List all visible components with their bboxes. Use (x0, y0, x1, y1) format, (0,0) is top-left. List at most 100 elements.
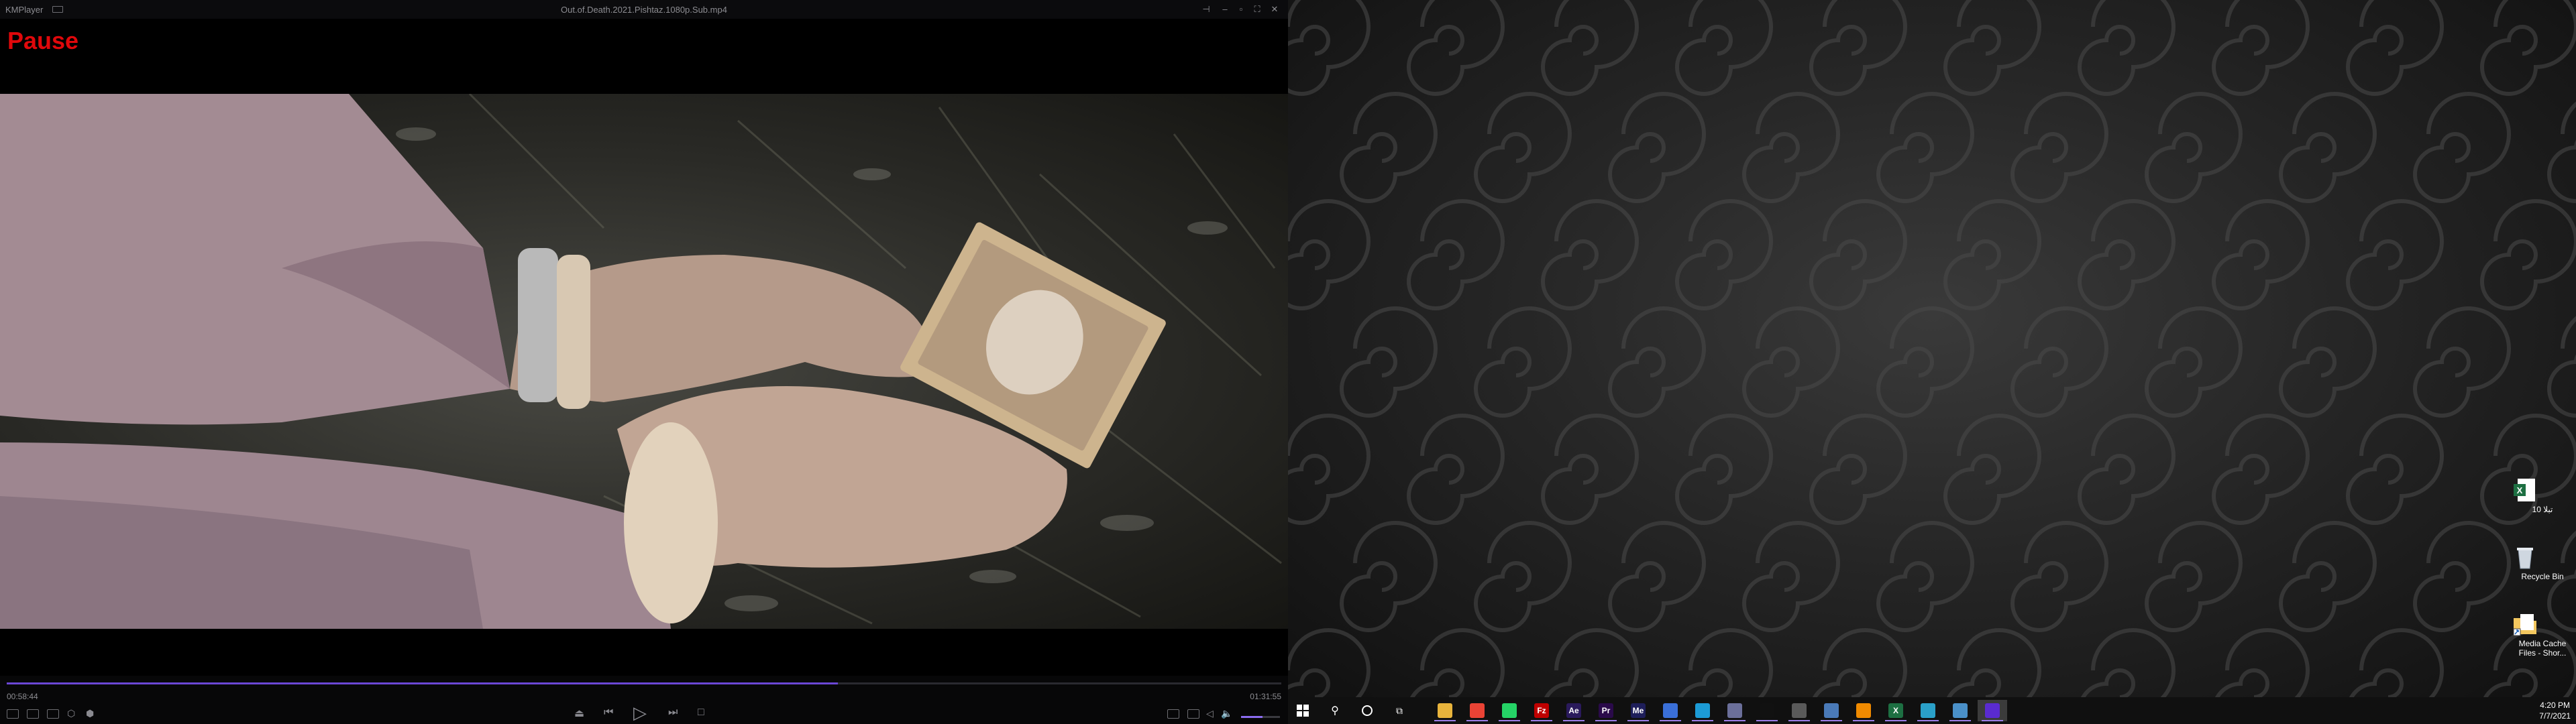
wallpaper-swirl (2212, 0, 2310, 96)
wallpaper-swirl (2279, 92, 2377, 203)
capture-icon[interactable] (47, 709, 59, 719)
stop-icon[interactable]: □ (698, 707, 704, 719)
eject-icon[interactable]: ⏏ (574, 707, 584, 720)
time-total: 01:31:55 (1250, 692, 1281, 701)
wallpaper-swirl (1876, 306, 1974, 418)
svg-text:X: X (2517, 485, 2523, 495)
wallpaper-swirl (2480, 199, 2576, 310)
desktop-icon-label: Media Cache Files - Shor... (2518, 639, 2567, 658)
wallpaper-swirl (1675, 0, 1773, 96)
search-icon: ⚲ (1331, 705, 1339, 717)
wallpaper-swirl (1947, 628, 2041, 697)
edge-icon (1695, 703, 1710, 718)
taskbar-app-file-explorer[interactable] (1430, 700, 1460, 721)
wallpaper-swirl (2010, 521, 2108, 632)
seek-bar[interactable] (7, 682, 1281, 684)
wallpaper-swirl (2078, 414, 2176, 525)
wallpaper-swirl (1675, 199, 1773, 310)
time-elapsed: 00:58:44 (7, 692, 38, 701)
minimize-icon[interactable]: – (1220, 4, 1230, 15)
wallpaper-swirl (1541, 0, 1639, 96)
wallpaper-swirl (2212, 199, 2310, 310)
system-clock[interactable]: 4:20 PM 7/7/2021 (2539, 700, 2571, 721)
wallpaper-swirl (1541, 199, 1639, 310)
wallpaper-swirl (1943, 0, 2041, 96)
mute-icon[interactable]: ◁ (1206, 708, 1214, 719)
taskbar-app-excel[interactable]: X (1881, 700, 1911, 721)
volume-slider[interactable] (1241, 716, 1280, 718)
taskbar-app-chrome[interactable] (1462, 700, 1492, 721)
taskbar-app-filezilla[interactable]: Fz (1527, 700, 1556, 721)
wallpaper-swirl (2279, 306, 2377, 418)
wallpaper-swirl (1742, 521, 1840, 632)
subtitle-icon[interactable] (27, 709, 39, 719)
wallpaper-swirl (1876, 521, 1974, 632)
close-icon[interactable]: ✕ (1269, 4, 1280, 15)
app-gray-icon (1727, 703, 1742, 718)
wallpaper-swirl (2145, 92, 2243, 203)
window-mode-icon[interactable]: ▫ (1236, 4, 1246, 15)
media-encoder-icon: Me (1631, 703, 1646, 718)
taskbar-app-app-wave[interactable] (1817, 700, 1846, 721)
desktop-icon-excel-file[interactable]: X تبلا 10 (2512, 477, 2573, 514)
wallpaper-swirl (1340, 92, 1438, 203)
wallpaper-swirl (1813, 628, 1907, 697)
taskbar-app-app-cloud[interactable] (1945, 700, 1975, 721)
task-view-button[interactable]: ⧉ (1385, 700, 1414, 721)
wallpaper-swirl (1474, 306, 1572, 418)
wallpaper-swirl (1943, 199, 2041, 310)
cortana-button[interactable] (1352, 700, 1382, 721)
desktop-icon-recycle-bin[interactable]: Recycle Bin (2512, 544, 2573, 581)
start-button[interactable] (1288, 700, 1318, 721)
kmplayer-icon (1985, 703, 2000, 718)
next-icon[interactable]: ⏭ (668, 707, 678, 719)
wallpaper-swirl (2413, 521, 2511, 632)
recycle-bin-icon (2517, 544, 2555, 570)
after-effects-icon: Ae (1566, 703, 1581, 718)
taskbar-app-app-blue[interactable] (1656, 700, 1685, 721)
folder-shortcut-icon (2513, 611, 2555, 637)
taskbar-app-app-dark[interactable] (1752, 700, 1782, 721)
wallpaper-swirl (2279, 521, 2377, 632)
taskbar-app-app-gray[interactable] (1720, 700, 1750, 721)
taskbar-app-whatsapp[interactable] (1495, 700, 1524, 721)
excel-icon: X (1888, 703, 1903, 718)
wallpaper-swirl (1407, 199, 1505, 310)
playlist-icon[interactable] (1187, 709, 1199, 719)
wallpaper-swirl (1809, 199, 1907, 310)
video-frame[interactable] (0, 94, 1288, 629)
3d-icon[interactable]: ⬡ (67, 708, 75, 719)
taskbar-app-app-globe[interactable] (1913, 700, 1943, 721)
wallpaper-swirl (1407, 414, 1505, 525)
excel-file-icon: X (2514, 477, 2555, 503)
repeat-icon[interactable] (1167, 709, 1179, 719)
play-icon[interactable]: ▷ (633, 703, 647, 723)
wallpaper-swirl (2078, 199, 2176, 310)
taskbar-app-kmplayer[interactable] (1978, 700, 2007, 721)
desktop-icon-label: تبلا 10 (2532, 505, 2553, 514)
taskbar-app-app-screen[interactable] (1784, 700, 1814, 721)
file-name: Out.of.Death.2021.Pishtaz.1080p.Sub.mp4 (561, 5, 727, 15)
pin-icon[interactable]: ⊣ (1201, 4, 1212, 15)
taskbar-app-edge[interactable] (1688, 700, 1717, 721)
wallpaper-swirl (2215, 628, 2310, 697)
player-title-bar[interactable]: KMPlayer Out.of.Death.2021.Pishtaz.1080p… (0, 0, 1288, 19)
desktop-icon-media-cache[interactable]: Media Cache Files - Shor... (2512, 611, 2573, 658)
wallpaper-swirl (1809, 0, 1907, 96)
taskbar-app-premiere[interactable]: Pr (1591, 700, 1621, 721)
taskbar-app-after-effects[interactable]: Ae (1559, 700, 1589, 721)
wallpaper-swirl (1541, 414, 1639, 525)
speaker-icon[interactable]: 🔈 (1221, 708, 1232, 719)
settings-icon[interactable] (7, 709, 19, 719)
wallpaper-swirl (2413, 306, 2511, 418)
wallpaper-swirl (2010, 306, 2108, 418)
vr-icon[interactable]: ⬢ (86, 708, 94, 719)
fullscreen-icon[interactable]: ⛶ (1252, 4, 1263, 15)
search-button[interactable]: ⚲ (1320, 700, 1350, 721)
desktop[interactable]: X تبلا 10 Recycle Bin Media Cache Files … (1288, 0, 2576, 697)
taskbar-app-media-encoder[interactable]: Me (1623, 700, 1653, 721)
app-screen-icon (1792, 703, 1807, 718)
previous-icon[interactable]: ⏮ (604, 707, 613, 719)
cortana-icon (1362, 705, 1373, 716)
taskbar-app-vlc[interactable] (1849, 700, 1878, 721)
